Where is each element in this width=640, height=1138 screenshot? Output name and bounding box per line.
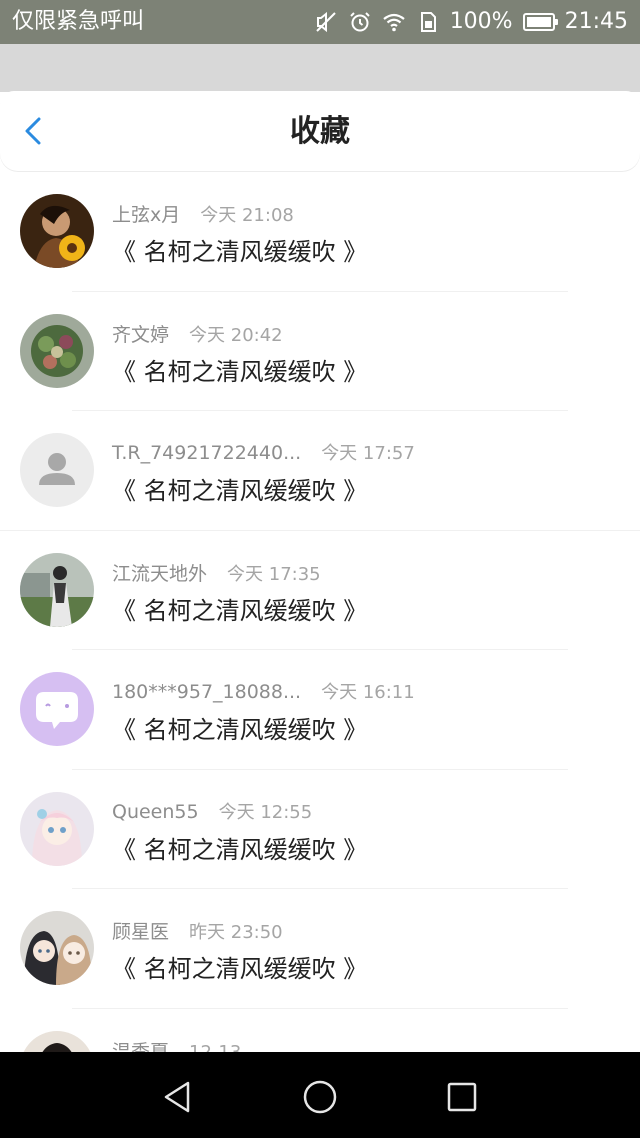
favorites-list[interactable]: 上弦x月 今天 21:08 《 名柯之清风缓缓吹 》 齐文婷 今天 20:42 …	[0, 172, 640, 1052]
username[interactable]: Queen55	[112, 801, 199, 823]
item-meta: 温季夏 12-13	[112, 1037, 241, 1053]
timestamp: 今天 21:08	[200, 205, 294, 226]
item-meta: 齐文婷 今天 20:42	[112, 320, 283, 346]
novel-title[interactable]: 《 名柯之清风缓缓吹 》	[112, 830, 367, 865]
novel-title[interactable]: 《 名柯之清风缓缓吹 》	[112, 232, 367, 267]
list-item[interactable]: 顾星医 昨天 23:50 《 名柯之清风缓缓吹 》	[0, 889, 640, 1009]
list-item[interactable]: T.R_74921722440... 今天 17:57 《 名柯之清风缓缓吹 》	[0, 411, 640, 531]
item-meta: 江流天地外 今天 17:35	[112, 559, 321, 585]
avatar[interactable]	[20, 1030, 94, 1052]
default-user-icon	[20, 433, 94, 507]
username[interactable]: 齐文婷	[112, 320, 169, 347]
list-item[interactable]: 180***957_18088... 今天 16:11 《 名柯之清风缓缓吹 》	[0, 650, 640, 770]
header-shadow-band	[0, 44, 640, 92]
status-bar: 仅限紧急呼叫 100% 21:45	[0, 0, 640, 44]
list-item[interactable]: 齐文婷 今天 20:42 《 名柯之清风缓缓吹 》	[0, 292, 640, 411]
avatar[interactable]	[20, 313, 94, 388]
list-item[interactable]: Queen55 今天 12:55 《 名柯之清风缓缓吹 》	[0, 770, 640, 889]
avatar[interactable]	[20, 433, 94, 507]
username[interactable]: T.R_74921722440...	[112, 442, 301, 464]
top-nav-bar: 收藏	[0, 91, 640, 171]
avatar[interactable]	[20, 552, 94, 627]
carrier-text: 仅限紧急呼叫	[12, 9, 145, 34]
alarm-icon	[349, 12, 370, 32]
battery-icon	[522, 13, 558, 31]
username[interactable]: 顾星医	[112, 917, 169, 944]
username[interactable]: 180***957_18088...	[112, 681, 301, 703]
item-meta: 顾星医 昨天 23:50	[112, 917, 283, 943]
timestamp: 昨天 23:50	[189, 922, 283, 943]
mute-icon	[315, 11, 336, 33]
timestamp: 今天 17:35	[227, 563, 321, 585]
item-meta: 180***957_18088... 今天 16:11	[112, 678, 415, 704]
home-circle-icon[interactable]	[300, 1077, 340, 1117]
recents-square-icon[interactable]	[442, 1077, 482, 1117]
item-meta: Queen55 今天 12:55	[112, 798, 312, 824]
username[interactable]: 江流天地外	[112, 559, 207, 586]
novel-title[interactable]: 《 名柯之清风缓缓吹 》	[112, 591, 367, 626]
wifi-icon	[383, 13, 405, 32]
timestamp: 12-13	[189, 1041, 242, 1053]
timestamp: 今天 20:42	[189, 324, 283, 346]
avatar[interactable]	[20, 911, 94, 985]
username[interactable]: 上弦x月	[112, 200, 180, 227]
avatar[interactable]	[20, 791, 94, 866]
item-meta: 上弦x月 今天 21:08	[112, 200, 294, 226]
novel-title[interactable]: 《 名柯之清风缓缓吹 》	[112, 949, 367, 984]
item-meta: T.R_74921722440... 今天 17:57	[112, 439, 415, 465]
list-item[interactable]: 江流天地外 今天 17:35 《 名柯之清风缓缓吹 》	[0, 531, 640, 650]
battery-percent: 100%	[449, 9, 513, 34]
list-item[interactable]: 温季夏 12-13	[0, 1009, 640, 1053]
page-title: 收藏	[290, 114, 350, 149]
system-nav-bar	[0, 1052, 640, 1138]
username[interactable]: 温季夏	[112, 1037, 169, 1053]
timestamp: 今天 12:55	[218, 801, 313, 823]
timestamp: 今天 17:57	[321, 443, 415, 464]
sim-icon	[420, 12, 436, 32]
avatar[interactable]	[20, 672, 94, 746]
back-triangle-icon[interactable]	[158, 1077, 198, 1117]
timestamp: 今天 16:11	[321, 682, 415, 703]
novel-title[interactable]: 《 名柯之清风缓缓吹 》	[112, 471, 367, 506]
status-icons: 100% 21:45	[314, 8, 628, 36]
list-item[interactable]: 上弦x月 今天 21:08 《 名柯之清风缓缓吹 》	[0, 172, 640, 292]
avatar[interactable]	[20, 194, 94, 268]
chat-bubble-icon	[20, 672, 94, 746]
novel-title[interactable]: 《 名柯之清风缓缓吹 》	[112, 352, 367, 387]
clock: 21:45	[564, 9, 628, 34]
novel-title[interactable]: 《 名柯之清风缓缓吹 》	[112, 710, 367, 745]
